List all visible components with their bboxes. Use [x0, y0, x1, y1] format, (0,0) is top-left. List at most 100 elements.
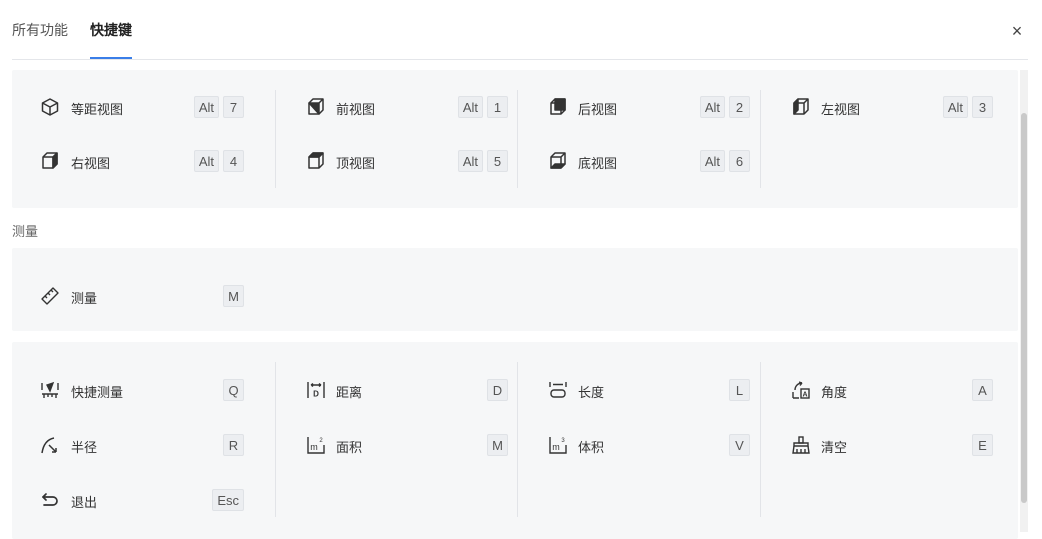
- shortcut-area[interactable]: m2 面积 M: [276, 433, 508, 457]
- key-cap: M: [487, 434, 508, 456]
- shortcut-label: 体积: [578, 440, 605, 455]
- key-cap: V: [729, 434, 750, 456]
- tools-col-4: A 角度 A 清空 E: [760, 362, 1003, 517]
- shortcut-volume[interactable]: m3 体积 V: [518, 433, 750, 457]
- key-cap: Alt: [699, 150, 725, 172]
- view-shortcuts-section: 等距视图 Alt 7 右视图 Alt 4 前视图 Alt 1 顶视图 Alt 5…: [12, 70, 1018, 208]
- measure-shortcuts-section: 测量 M: [12, 248, 1018, 331]
- key-combo: R: [223, 434, 244, 456]
- key-cap: Esc: [212, 489, 244, 511]
- shortcut-distance[interactable]: D 距离 D: [276, 378, 508, 402]
- area-icon: m2: [306, 435, 326, 455]
- key-combo: D: [487, 379, 508, 401]
- key-cap: 7: [223, 96, 244, 118]
- shortcut-label: 清空: [821, 440, 848, 455]
- shortcut-front-view[interactable]: 前视图 Alt 1: [276, 95, 508, 119]
- shortcut-measure[interactable]: 测量 M: [12, 284, 244, 308]
- key-combo: V: [729, 434, 750, 456]
- key-combo: E: [972, 434, 993, 456]
- shortcut-list: 等距视图 Alt 7 右视图 Alt 4 前视图 Alt 1 顶视图 Alt 5…: [12, 70, 1018, 539]
- shortcut-left-view[interactable]: 左视图 Alt 3: [761, 95, 993, 119]
- shortcut-label: 角度: [821, 385, 848, 400]
- radius-icon: [40, 435, 60, 455]
- shortcut-label: 等距视图: [71, 102, 124, 117]
- close-icon[interactable]: ×: [1008, 21, 1026, 41]
- key-cap: Alt: [457, 150, 483, 172]
- key-cap: Alt: [942, 96, 968, 118]
- key-combo: Alt 7: [193, 96, 244, 118]
- key-cap: Alt: [193, 96, 219, 118]
- shortcut-label: 测量: [71, 291, 98, 306]
- clear-brush-icon: [791, 435, 811, 455]
- svg-text:A: A: [802, 392, 807, 399]
- key-cap: E: [972, 434, 993, 456]
- header-divider: [12, 59, 1028, 60]
- svg-text:D: D: [313, 390, 319, 399]
- tools-col-1: 快捷测量 Q 半径 R 退出 Esc: [12, 342, 254, 539]
- view-col-3: 后视图 Alt 2 底视图 Alt 6: [517, 90, 760, 188]
- key-combo: A: [972, 379, 993, 401]
- shortcut-bottom-view[interactable]: 底视图 Alt 6: [518, 149, 750, 173]
- volume-icon: m3: [548, 435, 568, 455]
- shortcut-angle[interactable]: A 角度 A: [761, 378, 993, 402]
- scrollbar-thumb[interactable]: [1021, 113, 1027, 503]
- shortcut-isometric-view[interactable]: 等距视图 Alt 7: [12, 95, 244, 119]
- key-combo: M: [223, 285, 244, 307]
- section-title-measure: 测量: [12, 224, 39, 239]
- tools-col-3: 长度 L m3 体积 V: [517, 362, 760, 517]
- key-combo: Alt 5: [457, 150, 508, 172]
- view-col-1: 等距视图 Alt 7 右视图 Alt 4: [12, 70, 254, 208]
- view-col-4: 左视图 Alt 3: [760, 90, 1003, 188]
- back-view-cube-icon: [548, 97, 568, 117]
- shortcut-right-view[interactable]: 右视图 Alt 4: [12, 149, 244, 173]
- shortcut-label: 长度: [578, 385, 605, 400]
- key-cap: A: [972, 379, 993, 401]
- measure-col-1: 测量 M: [12, 248, 254, 331]
- svg-text:m: m: [310, 442, 318, 452]
- key-combo: M: [487, 434, 508, 456]
- key-cap: 4: [223, 150, 244, 172]
- shortcut-exit[interactable]: 退出 Esc: [12, 488, 244, 512]
- shortcut-top-view[interactable]: 顶视图 Alt 5: [276, 149, 508, 173]
- key-cap: 2: [729, 96, 750, 118]
- shortcut-label: 面积: [336, 440, 363, 455]
- key-cap: 5: [487, 150, 508, 172]
- key-cap: 3: [972, 96, 993, 118]
- key-cap: R: [223, 434, 244, 456]
- key-cap: M: [223, 285, 244, 307]
- right-view-cube-icon: [40, 151, 60, 171]
- tab-all-functions[interactable]: 所有功能: [12, 0, 68, 59]
- shortcut-quick-measure[interactable]: 快捷测量 Q: [12, 378, 244, 402]
- tab-shortcuts[interactable]: 快捷键: [90, 0, 132, 59]
- shortcut-radius[interactable]: 半径 R: [12, 433, 244, 457]
- tab-bar: 所有功能 快捷键: [12, 0, 132, 59]
- length-icon: [548, 380, 568, 400]
- shortcut-label: 退出: [71, 495, 98, 510]
- key-cap: Alt: [699, 96, 725, 118]
- shortcut-label: 距离: [336, 385, 363, 400]
- distance-icon: D: [306, 380, 326, 400]
- left-view-cube-icon: [791, 97, 811, 117]
- svg-text:m: m: [552, 442, 560, 452]
- tools-col-2: D 距离 D m2 面积 M: [275, 362, 518, 517]
- shortcut-length[interactable]: 长度 L: [518, 378, 750, 402]
- key-combo: Alt 4: [193, 150, 244, 172]
- shortcut-label: 底视图: [578, 156, 618, 171]
- key-combo: Alt 2: [699, 96, 750, 118]
- svg-text:3: 3: [561, 438, 565, 444]
- key-cap: 1: [487, 96, 508, 118]
- key-combo: Alt 3: [942, 96, 993, 118]
- svg-text:2: 2: [319, 438, 323, 444]
- shortcut-back-view[interactable]: 后视图 Alt 2: [518, 95, 750, 119]
- shortcut-clear[interactable]: 清空 E: [761, 433, 993, 457]
- shortcut-label: 顶视图: [336, 156, 376, 171]
- key-cap: Q: [223, 379, 244, 401]
- shortcut-label: 后视图: [578, 102, 618, 117]
- key-combo: Alt 6: [699, 150, 750, 172]
- exit-arrow-icon: [40, 490, 60, 510]
- shortcut-label: 右视图: [71, 156, 111, 171]
- quick-measure-icon: [40, 380, 60, 400]
- view-col-2: 前视图 Alt 1 顶视图 Alt 5: [275, 90, 518, 188]
- angle-icon: A: [791, 380, 811, 400]
- key-cap: D: [487, 379, 508, 401]
